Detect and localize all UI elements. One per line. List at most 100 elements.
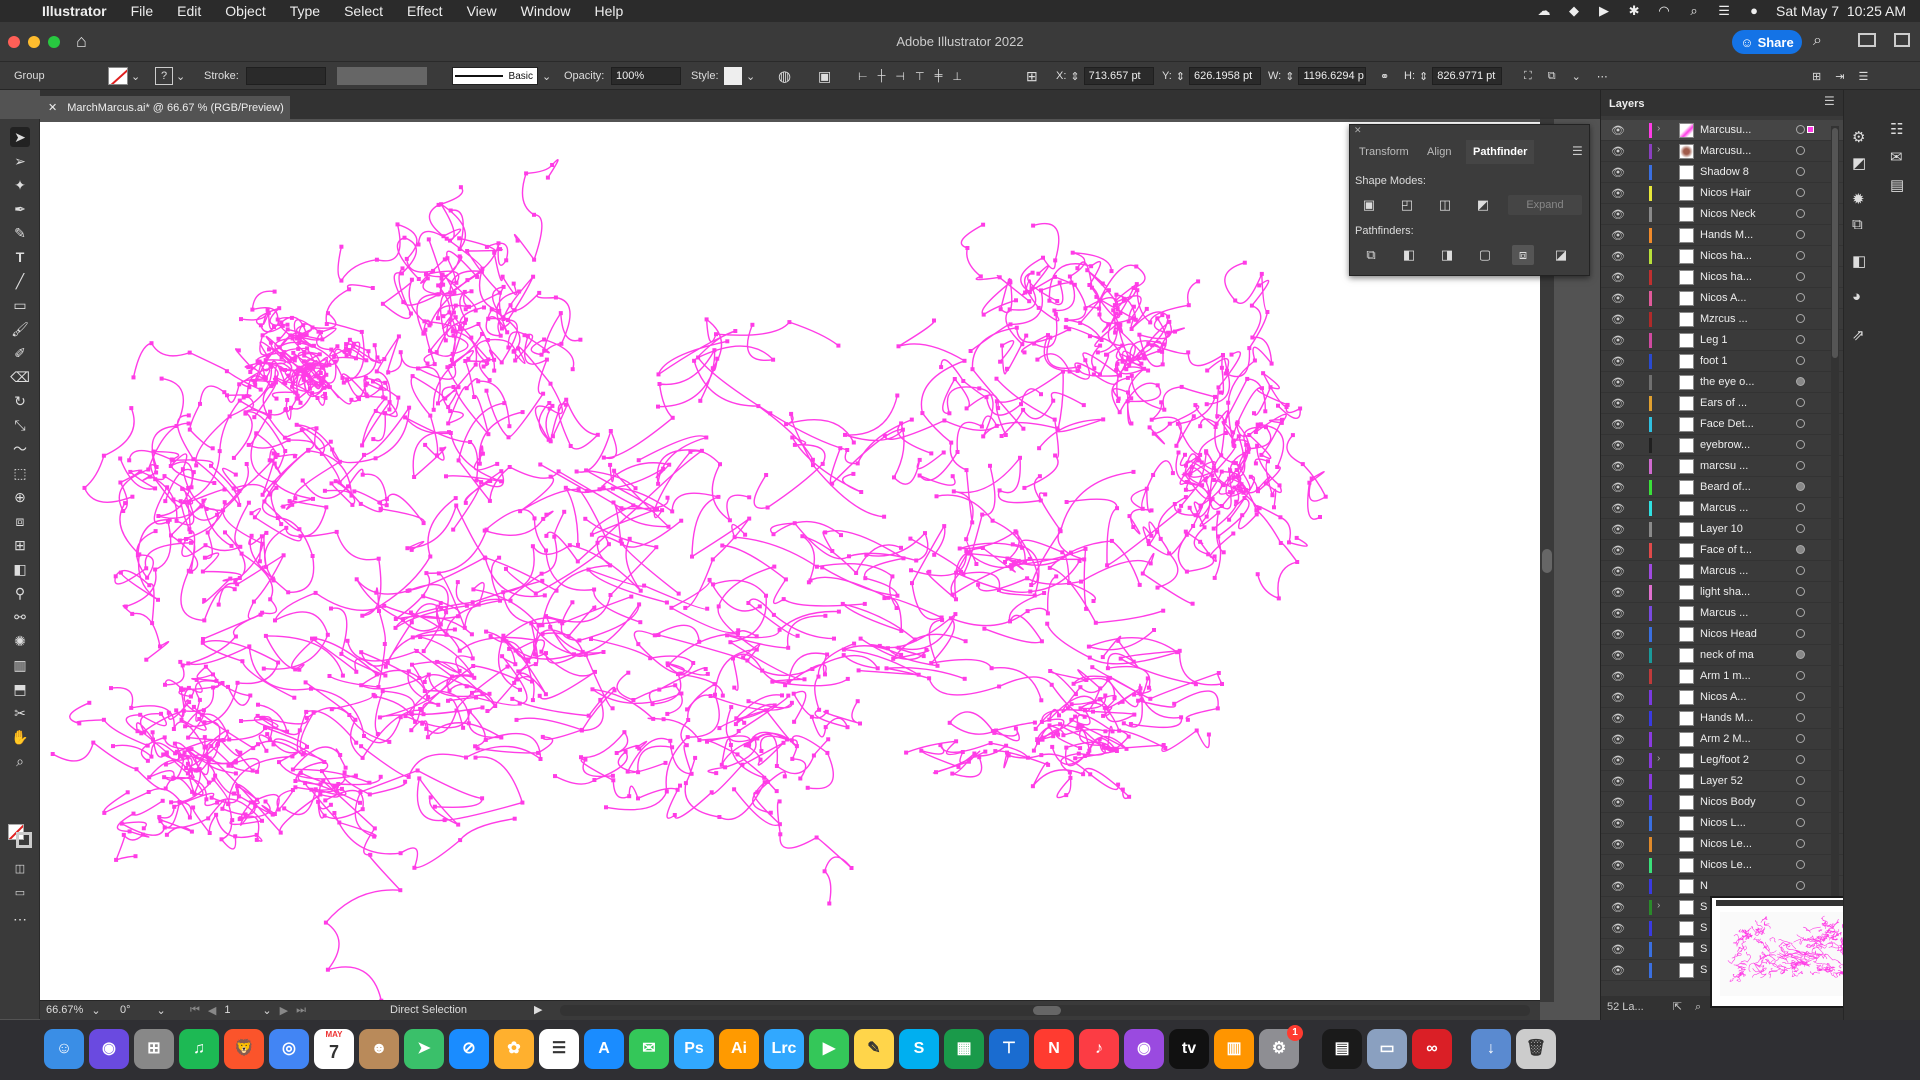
dock-maps-icon[interactable]: ➤ [404, 1029, 444, 1069]
visibility-eye-icon[interactable]: 👁 [1611, 166, 1625, 179]
panel-options-icon[interactable]: ⇥ [1835, 70, 1844, 83]
visibility-eye-icon[interactable]: 👁 [1611, 901, 1625, 914]
visibility-eye-icon[interactable]: 👁 [1611, 607, 1625, 620]
crop-icon[interactable]: ▢ [1474, 245, 1496, 265]
export-panel-icon[interactable]: ⇗ [1852, 326, 1865, 344]
dock-music-icon[interactable]: ♪ [1079, 1029, 1119, 1069]
chevron-right-icon[interactable]: › [1657, 123, 1660, 134]
layer-name[interactable]: Nicos Neck [1700, 208, 1760, 220]
target-circle-icon[interactable] [1796, 671, 1805, 680]
target-circle-icon[interactable] [1796, 125, 1805, 134]
layer-row[interactable]: 👁 Nicos A... [1601, 687, 1844, 708]
layer-row[interactable]: 👁 Face Det... [1601, 414, 1844, 435]
isolate-group-icon[interactable]: ⧉ [1548, 70, 1556, 83]
dock-books-icon[interactable]: ▥ [1214, 1029, 1254, 1069]
menu-effect[interactable]: Effect [395, 3, 455, 19]
current-tool-status[interactable]: Direct Selection [390, 1004, 467, 1016]
artboard-number[interactable]: 1 [224, 1004, 254, 1017]
drawing-modes-icon[interactable]: ◫ [10, 859, 30, 879]
transparency-panel-icon[interactable]: ◕ [1852, 288, 1861, 305]
align-horizontal-center-icon[interactable]: ┼ [878, 70, 886, 82]
gradient-panel-icon[interactable]: ◧ [1852, 252, 1866, 270]
visibility-eye-icon[interactable]: 👁 [1611, 775, 1625, 788]
visibility-eye-icon[interactable]: 👁 [1611, 229, 1625, 242]
target-circle-icon[interactable] [1796, 272, 1805, 281]
target-circle-icon[interactable] [1796, 818, 1805, 827]
visibility-eye-icon[interactable]: 👁 [1611, 334, 1625, 347]
sliders-icon[interactable]: ☷ [1890, 120, 1903, 138]
creative-cloud-icon[interactable]: ☁ [1536, 4, 1552, 18]
layer-name[interactable]: Nicos Body [1700, 796, 1760, 808]
visibility-eye-icon[interactable]: 👁 [1611, 124, 1625, 137]
target-circle-icon[interactable] [1796, 734, 1805, 743]
layer-row[interactable]: 👁 Nicos Body [1601, 792, 1844, 813]
dock-app-store-icon[interactable]: A [584, 1029, 624, 1069]
paintbrush-tool-icon[interactable]: 🖌 [10, 319, 30, 339]
tab-pathfinder[interactable]: Pathfinder [1466, 140, 1535, 164]
share-button[interactable]: ☺ Share [1732, 30, 1802, 54]
layer-name[interactable]: Layer 52 [1700, 775, 1760, 787]
layer-name[interactable]: Nicos A... [1700, 292, 1760, 304]
spotlight-search-icon[interactable]: ⌕ [1686, 4, 1702, 18]
target-circle-icon[interactable] [1796, 587, 1805, 596]
dock-ps-icon[interactable]: Ps [674, 1029, 714, 1069]
layer-name[interactable]: Nicos ha... [1700, 271, 1760, 283]
next-artboard-icon[interactable]: ▶ [280, 1004, 288, 1017]
zoom-window-button[interactable] [48, 36, 60, 48]
w-stepper-icon[interactable]: ⇕ [1285, 70, 1294, 83]
layer-row[interactable]: 👁 foot 1 [1601, 351, 1844, 372]
minimize-window-button[interactable] [28, 36, 40, 48]
stroke-swatch[interactable]: ? [155, 67, 173, 85]
chevron-down-icon[interactable]: ⌄ [746, 70, 755, 83]
first-artboard-icon[interactable]: ⏮ [190, 1004, 200, 1017]
dock-creative-cloud-icon[interactable]: ∞ [1412, 1029, 1452, 1069]
dock-trash-icon[interactable]: 🗑 [1516, 1029, 1556, 1069]
layer-name[interactable]: Nicos L... [1700, 817, 1760, 829]
visibility-eye-icon[interactable]: 👁 [1611, 481, 1625, 494]
visibility-eye-icon[interactable]: 👁 [1611, 376, 1625, 389]
visibility-eye-icon[interactable]: 👁 [1611, 460, 1625, 473]
menubar-clock[interactable]: Sat May 7 10:25 AM [1776, 3, 1906, 19]
layer-row[interactable]: 👁 Marcus ... [1601, 603, 1844, 624]
dock-finder-icon[interactable]: ☺ [44, 1029, 84, 1069]
dock-numbers-icon[interactable]: ▦ [944, 1029, 984, 1069]
selection-indicator[interactable] [1807, 126, 1814, 133]
rotation-field[interactable]: 0° ⌄ [120, 1004, 166, 1017]
layer-row[interactable]: 👁 neck of ma [1601, 645, 1844, 666]
chevron-right-icon[interactable]: › [1657, 144, 1660, 155]
layer-name[interactable]: foot 1 [1700, 355, 1760, 367]
minus-back-icon[interactable]: ◪ [1550, 245, 1572, 265]
layer-name[interactable]: Nicos Le... [1700, 838, 1760, 850]
visibility-eye-icon[interactable]: 👁 [1611, 670, 1625, 683]
screen-mode-icon[interactable]: ▭ [10, 883, 30, 903]
transform-icon[interactable]: ⛶ [1524, 70, 1532, 83]
align-bottom-icon[interactable]: ⊥ [952, 70, 962, 83]
unite-icon[interactable]: ▣ [1358, 195, 1380, 215]
layer-name[interactable]: neck of ma [1700, 649, 1760, 661]
rectangle-tool-icon[interactable]: ▭ [10, 295, 30, 315]
dock-safari-icon[interactable]: ⊘ [449, 1029, 489, 1069]
artboard-canvas[interactable] [40, 122, 1540, 1000]
layer-name[interactable]: Shadow 8 [1700, 166, 1760, 178]
dock-tv-icon[interactable]: tv [1169, 1029, 1209, 1069]
target-circle-icon[interactable] [1796, 440, 1805, 449]
dock-lrc-icon[interactable]: Lrc [764, 1029, 804, 1069]
layer-row[interactable]: 👁 Marcus ... [1601, 498, 1844, 519]
dock-ai-icon[interactable]: Ai [719, 1029, 759, 1069]
chevron-right-icon[interactable]: › [1657, 753, 1660, 764]
dock-notes-icon[interactable]: ✎ [854, 1029, 894, 1069]
chevron-down-icon[interactable]: ⌄ [262, 1004, 271, 1017]
graphic-styles-icon[interactable]: ⧉ [1852, 216, 1863, 233]
dock-activity-icon[interactable]: ▤ [1322, 1029, 1362, 1069]
layer-name[interactable]: Marcus ... [1700, 502, 1760, 514]
dock-photos-icon[interactable]: ✿ [494, 1029, 534, 1069]
visibility-eye-icon[interactable]: 👁 [1611, 691, 1625, 704]
layer-row[interactable]: 👁 › Marcusu... [1601, 141, 1844, 162]
visibility-eye-icon[interactable]: 👁 [1611, 943, 1625, 956]
target-circle-icon[interactable] [1796, 608, 1805, 617]
dock-chrome-icon[interactable]: ◎ [269, 1029, 309, 1069]
menu-select[interactable]: Select [332, 3, 395, 19]
target-circle-icon[interactable] [1796, 377, 1805, 386]
exclude-icon[interactable]: ◩ [1472, 195, 1494, 215]
layer-name[interactable]: Face of t... [1700, 544, 1760, 556]
